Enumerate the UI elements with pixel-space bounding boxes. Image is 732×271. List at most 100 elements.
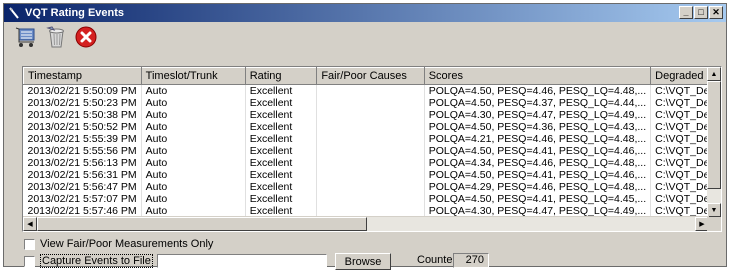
minimize-icon: _	[683, 7, 689, 17]
scroll-left-button[interactable]: ◀	[23, 217, 37, 231]
table-row[interactable]: 2013/02/21 5:56:47 PM Auto Excellent POLQA=…	[23, 181, 721, 193]
table-cell: Auto	[141, 109, 246, 121]
table-cell: POLQA=4.50, PESQ=4.41, PESQ_LQ=4.46,...	[424, 169, 652, 181]
minimize-button[interactable]: _	[679, 6, 693, 19]
scroll-up-button[interactable]: ▲	[707, 67, 721, 81]
table-cell: 2013/02/21 5:56:47 PM	[23, 181, 142, 193]
table-cell	[316, 181, 425, 193]
table-cell: 2013/02/21 5:56:13 PM	[23, 157, 142, 169]
horizontal-scroll-thumb[interactable]	[37, 217, 367, 231]
table-cell: POLQA=4.50, PESQ=4.36, PESQ_LQ=4.43,...	[424, 121, 652, 133]
table-cell: 2013/02/21 5:56:31 PM	[23, 169, 142, 181]
close-icon: ✕	[712, 7, 720, 17]
table-cell: POLQA=4.50, PESQ=4.41, PESQ_LQ=4.46,...	[424, 145, 652, 157]
horizontal-scrollbar[interactable]: ◀ ▶	[23, 216, 709, 231]
table-body: 2013/02/21 5:50:09 PM Auto Excellent POLQA=…	[23, 84, 721, 217]
column-header[interactable]: Timeslot/Trunk	[140, 67, 246, 85]
table-cell: 2013/02/21 5:57:07 PM	[23, 193, 142, 205]
table-header-row: Timestamp Timeslot/Trunk Rating Fair/Poor C…	[23, 67, 721, 85]
table-cell: Auto	[141, 84, 246, 97]
toolbar	[4, 22, 726, 52]
table-cell	[316, 157, 425, 169]
table-row[interactable]: 2013/02/21 5:57:07 PM Auto Excellent POLQA=…	[23, 193, 721, 205]
table-cell: Auto	[141, 133, 246, 145]
table-cell: Excellent	[245, 109, 318, 121]
counter-value: 270	[453, 253, 489, 268]
table-cell: POLQA=4.34, PESQ=4.46, PESQ_LQ=4.48,...	[424, 157, 652, 169]
table-cell: Auto	[141, 157, 246, 169]
table-cell: Excellent	[245, 157, 318, 169]
table-cell: POLQA=4.29, PESQ=4.46, PESQ_LQ=4.48,...	[424, 181, 652, 193]
vertical-scrollbar[interactable]: ▲ ▼	[707, 67, 721, 217]
table-cell: Excellent	[245, 84, 318, 97]
table-cell: POLQA=4.50, PESQ=4.41, PESQ_LQ=4.45,...	[424, 193, 652, 205]
close-circle-icon[interactable]	[74, 25, 98, 49]
maximize-icon: □	[698, 7, 704, 17]
table-cell: 2013/02/21 5:55:39 PM	[23, 133, 142, 145]
column-header[interactable]: Rating	[244, 67, 318, 85]
table-cell: Excellent	[245, 97, 318, 109]
column-header[interactable]: Scores	[423, 67, 652, 85]
table-cell	[316, 84, 425, 97]
table-cell: Auto	[141, 193, 246, 205]
table-cell	[316, 97, 425, 109]
fair-poor-checkbox[interactable]	[24, 238, 35, 250]
scroll-down-button[interactable]: ▼	[707, 203, 721, 217]
table-cell: Auto	[141, 145, 246, 157]
table-cell	[316, 133, 425, 145]
table-cell: Excellent	[245, 133, 318, 145]
counter-label: Counter	[417, 254, 457, 266]
cart-icon[interactable]	[14, 25, 38, 49]
table-cell: Excellent	[245, 181, 318, 193]
table-cell: POLQA=4.21, PESQ=4.46, PESQ_LQ=4.48,...	[424, 133, 652, 145]
capture-label: Capture Events to File	[40, 254, 153, 268]
window-title: VQT Rating Events	[25, 7, 125, 19]
table-row[interactable]: 2013/02/21 5:50:38 PM Auto Excellent POLQA=…	[23, 109, 721, 121]
table-cell: Auto	[141, 97, 246, 109]
table-cell: POLQA=4.50, PESQ=4.37, PESQ_LQ=4.44,...	[424, 97, 652, 109]
vertical-scroll-thumb[interactable]	[707, 81, 721, 189]
table-row[interactable]: 2013/02/21 5:55:56 PM Auto Excellent POLQA=…	[23, 145, 721, 157]
scroll-corner	[707, 217, 721, 231]
table-cell	[316, 121, 425, 133]
column-header[interactable]: Fair/Poor Causes	[316, 67, 425, 85]
browse-button[interactable]: Browse	[335, 253, 391, 270]
column-header[interactable]: Timestamp	[23, 67, 142, 85]
close-button[interactable]: ✕	[709, 6, 723, 19]
table-cell: 2013/02/21 5:50:38 PM	[23, 109, 142, 121]
fair-poor-label: View Fair/Poor Measurements Only	[40, 238, 214, 250]
capture-option[interactable]: Capture Events to File	[24, 253, 153, 269]
events-table: Timestamp Timeslot/Trunk Rating Fair/Poor C…	[23, 67, 721, 217]
vqt-rating-events-window: VQT Rating Events _ □ ✕ Timestamp Timesl…	[3, 3, 727, 270]
table-cell: Auto	[141, 121, 246, 133]
table-cell: Auto	[141, 169, 246, 181]
capture-checkbox[interactable]	[24, 255, 35, 267]
title-bar[interactable]: VQT Rating Events _ □ ✕	[4, 4, 726, 22]
table-row[interactable]: 2013/02/21 5:55:39 PM Auto Excellent POLQA=…	[23, 133, 721, 145]
maximize-button[interactable]: □	[694, 6, 708, 19]
table-row[interactable]: 2013/02/21 5:56:13 PM Auto Excellent POLQA=…	[23, 157, 721, 169]
table-cell: Excellent	[245, 145, 318, 157]
table-row[interactable]: 2013/02/21 5:50:23 PM Auto Excellent POLQA=…	[23, 97, 721, 109]
table-cell: Auto	[141, 181, 246, 193]
table-row[interactable]: 2013/02/21 5:56:31 PM Auto Excellent POLQA=…	[23, 169, 721, 181]
events-grid[interactable]: Timestamp Timeslot/Trunk Rating Fair/Poor C…	[22, 66, 722, 232]
table-cell: Excellent	[245, 169, 318, 181]
table-cell: Excellent	[245, 121, 318, 133]
options-area: View Fair/Poor Measurements Only	[24, 236, 213, 252]
table-cell: 2013/02/21 5:50:09 PM	[23, 84, 142, 97]
trash-icon[interactable]	[44, 25, 68, 49]
app-icon	[9, 7, 19, 19]
table-cell: 2013/02/21 5:50:23 PM	[23, 97, 142, 109]
file-path-input[interactable]	[157, 254, 327, 268]
table-cell	[316, 145, 425, 157]
table-cell	[316, 109, 425, 121]
table-cell: 2013/02/21 5:50:52 PM	[23, 121, 142, 133]
table-cell: POLQA=4.30, PESQ=4.47, PESQ_LQ=4.49,...	[424, 109, 652, 121]
table-row[interactable]: 2013/02/21 5:50:09 PM Auto Excellent POLQA=…	[23, 84, 721, 97]
table-cell: 2013/02/21 5:55:56 PM	[23, 145, 142, 157]
table-cell	[316, 169, 425, 181]
table-cell	[316, 193, 425, 205]
fair-poor-option[interactable]: View Fair/Poor Measurements Only	[24, 236, 213, 252]
table-row[interactable]: 2013/02/21 5:50:52 PM Auto Excellent POLQA=…	[23, 121, 721, 133]
